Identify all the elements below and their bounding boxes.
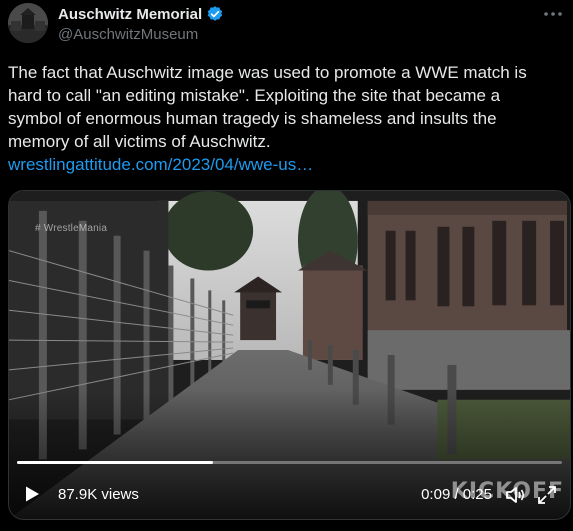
fullscreen-icon[interactable] [536, 484, 558, 506]
tweet-text: The fact that Auschwitz image was used t… [8, 61, 553, 176]
video-time: 0:09 / 0:25 [421, 486, 492, 503]
video-frame [9, 191, 570, 519]
video-watermark: # WrestleMania [35, 223, 108, 234]
video-progress-bar[interactable] [17, 461, 562, 464]
tweet: Auschwitz Memorial @AuschwitzMuseum The … [0, 0, 573, 531]
volume-icon[interactable] [504, 484, 526, 506]
tweet-link[interactable]: wrestlingattitude.com/2023/04/wwe-us… [8, 153, 553, 176]
tweet-body: The fact that Auschwitz image was used t… [8, 63, 527, 151]
video-player[interactable]: # WrestleMania 87.9K views KICKOFF 0:09 … [8, 190, 571, 520]
name-row: Auschwitz Memorial [58, 4, 533, 24]
play-icon[interactable] [23, 485, 41, 503]
handle[interactable]: @AuschwitzMuseum [58, 26, 533, 43]
tweet-header: Auschwitz Memorial @AuschwitzMuseum [58, 4, 533, 43]
avatar[interactable] [8, 3, 48, 43]
view-count: 87.9K views [58, 486, 139, 503]
video-controls: 87.9K views KICKOFF 0:09 / 0:25 [9, 479, 570, 509]
more-icon[interactable] [541, 6, 565, 26]
video-progress-fill [17, 461, 214, 464]
verified-badge-icon [206, 5, 224, 23]
display-name[interactable]: Auschwitz Memorial [58, 6, 202, 23]
